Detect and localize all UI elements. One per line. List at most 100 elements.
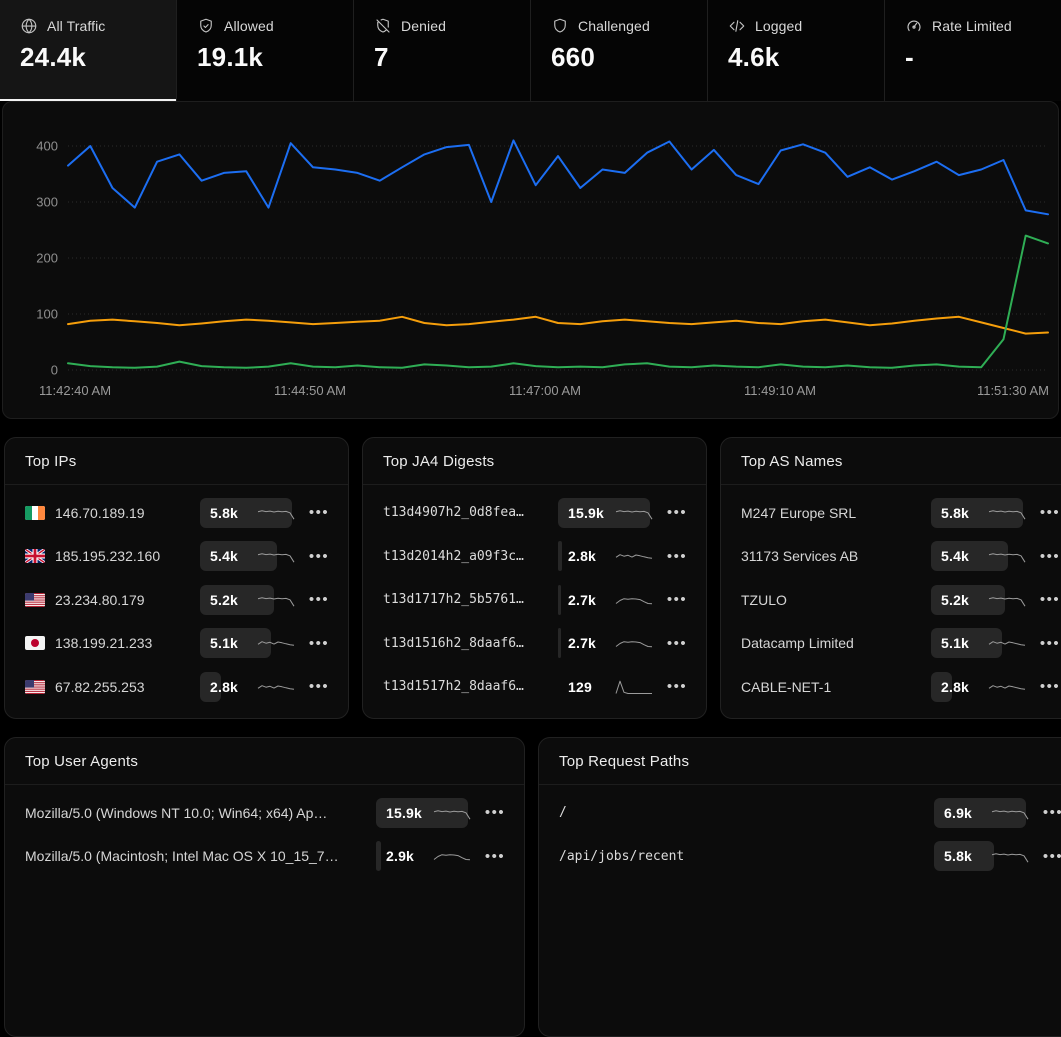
value-bar-cell: 5.8k bbox=[200, 498, 292, 528]
row-menu-button[interactable]: ••• bbox=[1035, 544, 1061, 569]
x-tick-label: 11:51:30 AM bbox=[977, 383, 1049, 398]
tab-value: 660 bbox=[551, 42, 707, 73]
y-tick-label: 200 bbox=[36, 251, 58, 266]
tab-header: Rate Limited bbox=[905, 17, 1061, 35]
row-menu-button[interactable]: ••• bbox=[1038, 844, 1061, 869]
flag-gb bbox=[25, 549, 45, 563]
panel-top-request-paths: Top Request Paths / 6.9k ••• /api/jobs/rece… bbox=[538, 737, 1061, 1037]
flag-jp bbox=[25, 636, 45, 650]
sparkline bbox=[256, 503, 296, 523]
tab-label: Logged bbox=[755, 18, 802, 34]
row-value: 6.9k bbox=[944, 805, 972, 821]
tab-all-traffic[interactable]: All Traffic 24.4k bbox=[0, 0, 177, 101]
row-value: 2.8k bbox=[568, 548, 596, 564]
sparkline bbox=[432, 803, 472, 823]
tab-label: Challenged bbox=[578, 18, 650, 34]
row-value: 129 bbox=[568, 679, 592, 695]
code-icon bbox=[728, 17, 746, 35]
sparkline bbox=[256, 546, 296, 566]
row-menu-button[interactable]: ••• bbox=[1035, 587, 1061, 612]
value-bar-cell: 2.8k bbox=[558, 541, 650, 571]
value-bar-cell: 5.2k bbox=[200, 585, 292, 615]
shield-icon bbox=[551, 17, 569, 35]
sparkline bbox=[256, 590, 296, 610]
row-label: /api/jobs/recent bbox=[559, 849, 934, 864]
row-menu-button[interactable]: ••• bbox=[304, 587, 334, 612]
row-menu-button[interactable]: ••• bbox=[304, 544, 334, 569]
row-label-text: M247 Europe SRL bbox=[741, 505, 856, 521]
tab-logged[interactable]: Logged 4.6k bbox=[708, 0, 885, 101]
tab-challenged[interactable]: Challenged 660 bbox=[531, 0, 708, 101]
y-tick-label: 0 bbox=[51, 363, 58, 378]
sparkline bbox=[614, 633, 654, 653]
row-value: 2.7k bbox=[568, 592, 596, 608]
panel-top-ips: Top IPs 146.70.189.195.8k•••185.195.232.… bbox=[4, 437, 349, 719]
row-menu-button[interactable]: ••• bbox=[304, 631, 334, 656]
row-value: 5.4k bbox=[210, 548, 238, 564]
value-bar-cell: 5.8k bbox=[931, 498, 1023, 528]
row-label: / bbox=[559, 805, 934, 820]
panel-top-as-names: Top AS Names M247 Europe SRL5.8k•••31173… bbox=[720, 437, 1061, 719]
row-label: t13d1717h2_5b5761… bbox=[383, 592, 558, 607]
row-label-text: t13d1717h2_5b5761… bbox=[383, 592, 524, 607]
row-menu-button[interactable]: ••• bbox=[662, 674, 692, 699]
row-menu-button[interactable]: ••• bbox=[480, 844, 510, 869]
row-label-text: t13d1516h2_8daaf6… bbox=[383, 636, 524, 651]
series-line-orange bbox=[68, 317, 1048, 334]
x-tick-label: 11:49:10 AM bbox=[744, 383, 816, 398]
x-tick-label: 11:44:50 AM bbox=[274, 383, 346, 398]
value-bar-cell: 15.9k bbox=[558, 498, 650, 528]
row-label-text: 67.82.255.253 bbox=[55, 679, 145, 695]
row-menu-button[interactable]: ••• bbox=[1038, 800, 1061, 825]
x-tick-label: 11:47:00 AM bbox=[509, 383, 581, 398]
value-bar-cell: 5.4k bbox=[931, 541, 1023, 571]
row-value: 5.2k bbox=[210, 592, 238, 608]
sparkline bbox=[987, 590, 1027, 610]
sparkline bbox=[256, 677, 296, 697]
row-label: 185.195.232.160 bbox=[25, 548, 200, 564]
row-value: 5.2k bbox=[941, 592, 969, 608]
value-bar-cell: 2.7k bbox=[558, 585, 650, 615]
panel-rows: t13d4907h2_0d8fea…15.9k•••t13d2014h2_a09… bbox=[363, 485, 706, 715]
row-menu-button[interactable]: ••• bbox=[662, 500, 692, 525]
tab-header: Allowed bbox=[197, 17, 353, 35]
row-menu-button[interactable]: ••• bbox=[1035, 631, 1061, 656]
row-menu-button[interactable]: ••• bbox=[304, 500, 334, 525]
panel-row-bottom: Top User Agents Mozilla/5.0 (Windows NT … bbox=[4, 737, 1061, 1037]
row-menu-button[interactable]: ••• bbox=[662, 631, 692, 656]
tab-denied[interactable]: Denied7 bbox=[354, 0, 531, 101]
row-menu-button[interactable]: ••• bbox=[480, 800, 510, 825]
series-line-green bbox=[68, 236, 1048, 368]
tab-allowed[interactable]: Allowed19.1k bbox=[177, 0, 354, 101]
row-menu-button[interactable]: ••• bbox=[1035, 500, 1061, 525]
sparkline bbox=[990, 846, 1030, 866]
panel-header: Top Request Paths bbox=[539, 738, 1061, 785]
tab-label: Allowed bbox=[224, 18, 274, 34]
row-menu-button[interactable]: ••• bbox=[662, 587, 692, 612]
row-menu-button[interactable]: ••• bbox=[304, 674, 334, 699]
panel-rows: Mozilla/5.0 (Windows NT 10.0; Win64; x64… bbox=[5, 785, 524, 884]
row-value: 5.4k bbox=[941, 548, 969, 564]
row-menu-button[interactable]: ••• bbox=[662, 544, 692, 569]
panel-header: Top JA4 Digests bbox=[363, 438, 706, 485]
sparkline bbox=[987, 633, 1027, 653]
row-label-text: Mozilla/5.0 (Windows NT 10.0; Win64; x64… bbox=[25, 805, 327, 821]
value-bar-cell: 2.7k bbox=[558, 628, 650, 658]
tab-label: Denied bbox=[401, 18, 446, 34]
row-label-text: t13d4907h2_0d8fea… bbox=[383, 505, 524, 520]
tab-value: 24.4k bbox=[20, 42, 176, 73]
sparkline bbox=[256, 633, 296, 653]
tab-value: 4.6k bbox=[728, 42, 884, 73]
tab-header: Logged bbox=[728, 17, 884, 35]
tab-label: All Traffic bbox=[47, 18, 105, 34]
row-menu-button[interactable]: ••• bbox=[1035, 674, 1061, 699]
tab-rate-limited[interactable]: Rate Limited- bbox=[885, 0, 1061, 101]
panel-header: Top AS Names bbox=[721, 438, 1061, 485]
y-tick-label: 300 bbox=[36, 195, 58, 210]
sparkline bbox=[990, 803, 1030, 823]
list-item: Mozilla/5.0 (Windows NT 10.0; Win64; x64… bbox=[25, 791, 510, 835]
row-label: TZULO bbox=[741, 592, 931, 608]
row-value: 15.9k bbox=[568, 505, 604, 521]
row-label-text: 138.199.21.233 bbox=[55, 635, 152, 651]
value-bar-cell: 5.1k bbox=[200, 628, 292, 658]
